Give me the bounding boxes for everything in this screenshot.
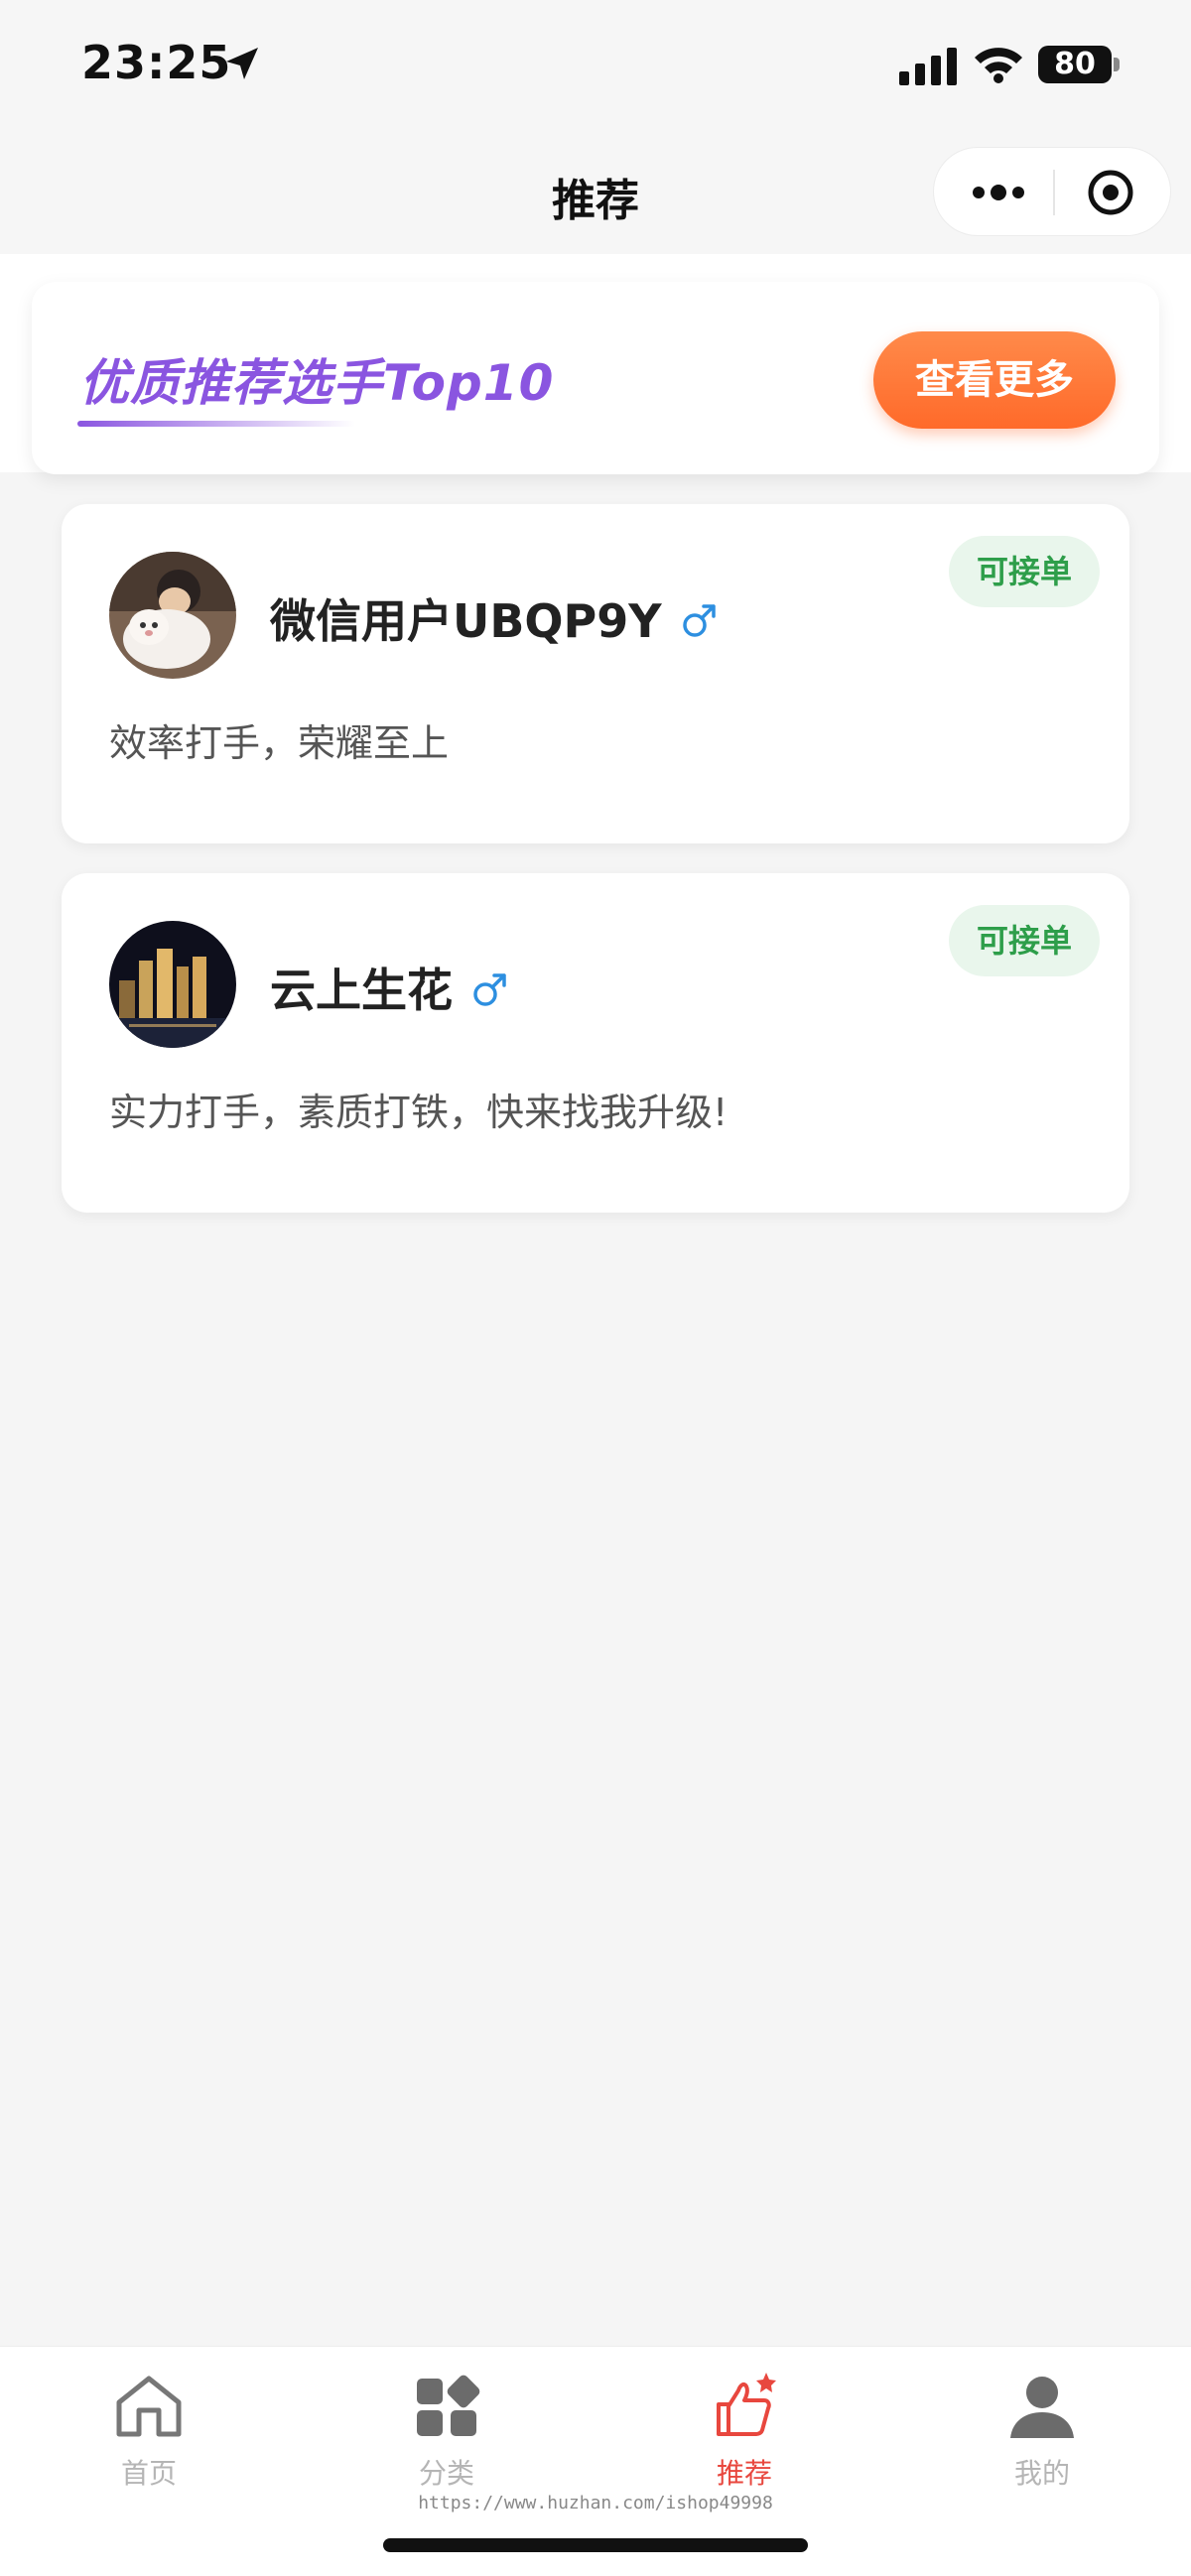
nav-bar: 推荐 [0, 139, 1191, 254]
thumbs-up-icon [717, 2373, 776, 2436]
status-bar: 23:25 80 [0, 0, 1191, 139]
view-more-button[interactable]: 查看更多 [873, 331, 1116, 429]
user-card[interactable]: 微信用户UBQP9Y 可接单 效率打手，荣耀至上 [62, 504, 1129, 843]
user-description: 效率打手，荣耀至上 [109, 721, 450, 765]
capsule-divider [1053, 170, 1055, 215]
tab-label: 分类 [418, 2457, 474, 2490]
avatar [109, 921, 236, 1048]
tab-label: 推荐 [716, 2457, 772, 2490]
wifi-icon [975, 48, 1022, 83]
cellular-signal-icon [899, 48, 957, 85]
user-card[interactable]: 云上生花 可接单 实力打手，素质打铁，快来找我升级! [62, 873, 1129, 1213]
watermark: https://www.huzhan.com/ishop49998 [418, 2493, 773, 2513]
close-target-icon[interactable] [1087, 169, 1134, 216]
category-icon [417, 2375, 480, 2436]
user-description: 实力打手，素质打铁，快来找我升级! [109, 1091, 728, 1134]
user-name-text: 微信用户UBQP9Y [270, 594, 662, 648]
page: 23:25 80 推荐 优质推荐选手Top10 查看更多 微信用户UBQP9Y … [0, 0, 1191, 2576]
tab-label: 首页 [120, 2457, 177, 2490]
male-icon [473, 972, 506, 1006]
user-name: 微信用户UBQP9Y [270, 585, 718, 651]
status-badge: 可接单 [949, 905, 1100, 976]
banner-underline [77, 421, 355, 427]
tab-profile[interactable]: 我的 [943, 2361, 1141, 2500]
home-indicator [383, 2538, 808, 2552]
tab-home[interactable]: 首页 [50, 2361, 248, 2500]
status-time: 23:25 [81, 36, 232, 89]
tab-category[interactable]: 分类 [347, 2361, 546, 2500]
avatar [109, 552, 236, 679]
tab-label: 我的 [1013, 2457, 1070, 2490]
more-icon[interactable] [964, 148, 1033, 237]
mini-program-capsule [933, 147, 1171, 236]
user-icon [1010, 2377, 1074, 2438]
user-name-text: 云上生花 [270, 964, 453, 1017]
battery-indicator: 80 [1038, 46, 1112, 83]
male-icon [682, 603, 716, 637]
location-arrow-icon [226, 48, 258, 79]
tab-recommend[interactable]: 推荐 [645, 2361, 844, 2500]
top10-banner: 优质推荐选手Top10 查看更多 [32, 282, 1159, 474]
battery-tip [1114, 58, 1120, 71]
banner-title: 优质推荐选手Top10 [79, 354, 555, 412]
home-icon [116, 2376, 182, 2437]
user-name: 云上生花 [270, 955, 508, 1020]
status-badge: 可接单 [949, 536, 1100, 607]
